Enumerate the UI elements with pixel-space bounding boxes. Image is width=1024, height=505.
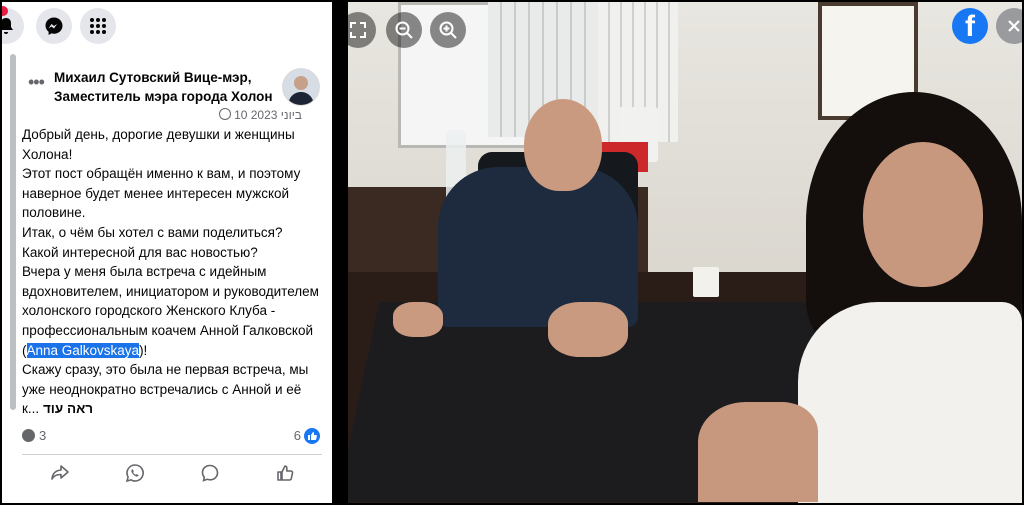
see-more-link[interactable]: ראה עוד: [43, 401, 93, 416]
like-count[interactable]: 6: [294, 428, 320, 444]
post-paragraph: Добрый день, дорогие девушки и женщины Х…: [22, 127, 295, 162]
facebook-logo-letter: f: [965, 10, 975, 43]
divider: [22, 454, 322, 455]
comment-count-text: 3: [39, 428, 47, 443]
post-panel: ••• Михаил Сутовский Вице-мэр, Заместите…: [2, 2, 332, 503]
comment-count[interactable]: 3: [22, 428, 46, 443]
zoom-in-icon: [439, 21, 457, 39]
photo-hand: [393, 302, 443, 337]
fullscreen-icon: [350, 22, 366, 38]
comment-button[interactable]: [190, 459, 230, 487]
facebook-logo-icon[interactable]: f: [952, 8, 988, 44]
post-paragraph: Скажу сразу, это была не первая встреча,…: [22, 360, 322, 419]
post-text-segment: )!: [139, 342, 148, 358]
post-stats: 3 6: [22, 426, 322, 446]
post-paragraph: Этот пост обращён именно к вам, и поэтом…: [22, 166, 301, 221]
messenger-icon: [45, 17, 63, 35]
avatar[interactable]: [282, 68, 320, 106]
globe-icon: [219, 108, 232, 120]
photo-hand: [548, 302, 628, 357]
comment-bubble-icon: [22, 429, 35, 442]
photo-arm: [698, 402, 818, 502]
post-photo[interactable]: f: [348, 2, 1022, 503]
post-date[interactable]: 10 ביוני 2023: [192, 108, 302, 122]
screenshot-frame: ••• Михаил Сутовский Вице-мэр, Заместите…: [0, 0, 1024, 505]
photo-woman: [798, 302, 1022, 503]
messenger-button[interactable]: [36, 8, 72, 44]
action-bar: [22, 458, 322, 488]
zoom-out-icon: [395, 21, 413, 39]
share-button[interactable]: [40, 459, 80, 487]
like-icon: [276, 465, 293, 481]
mention-link[interactable]: Anna Galkovskaya: [26, 342, 140, 358]
post-body: Добрый день, дорогие девушки и женщины Х…: [22, 125, 322, 419]
whatsapp-button[interactable]: [115, 459, 155, 487]
whatsapp-icon: [125, 464, 144, 483]
post-header: ••• Михаил Сутовский Вице-мэр, Заместите…: [22, 64, 322, 124]
bell-icon: [2, 18, 13, 34]
photo-man-head: [524, 99, 602, 191]
date-text: 10 ביוני 2023: [234, 108, 302, 122]
top-bar: [2, 2, 332, 52]
more-options-button[interactable]: •••: [28, 72, 45, 93]
post-paragraph: Итак, о чём бы хотел с вами поделиться? …: [22, 224, 283, 260]
photo-cup: [693, 267, 719, 297]
scrollbar[interactable]: [10, 54, 16, 410]
apps-menu-button[interactable]: [80, 8, 116, 44]
like-button[interactable]: [265, 459, 305, 487]
like-badge-icon: [304, 428, 320, 444]
like-count-text: 6: [293, 428, 301, 443]
zoom-out-button[interactable]: [386, 12, 422, 48]
author-name[interactable]: Михаил Сутовский Вице-мэр, Заместитель м…: [54, 68, 284, 106]
share-icon: [50, 465, 69, 480]
zoom-in-button[interactable]: [430, 12, 466, 48]
photo-woman-face: [863, 142, 983, 287]
apps-grid-icon: [90, 18, 106, 34]
comment-icon: [201, 464, 218, 482]
post-paragraph: Вчера у меня была встреча с идейным вдох…: [22, 262, 322, 360]
close-icon: [1008, 20, 1020, 32]
